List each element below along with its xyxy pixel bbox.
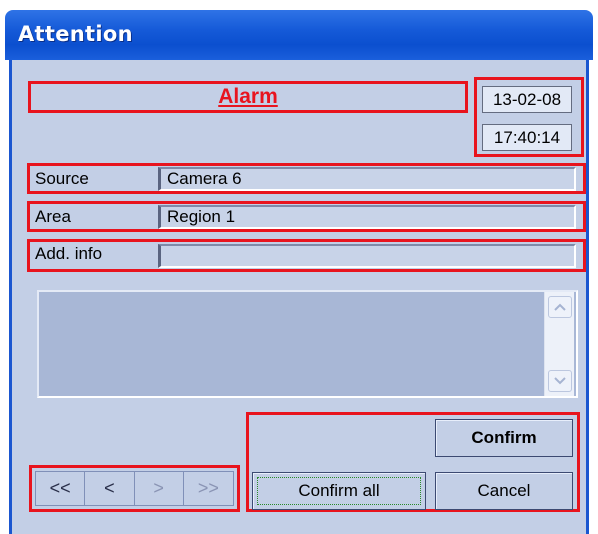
alarm-title: Alarm — [218, 85, 278, 108]
date-display: 13-02-08 — [482, 86, 572, 113]
area-label: Area — [35, 207, 71, 226]
navigation-group: << < > >> — [29, 465, 240, 512]
message-scrollbar[interactable] — [544, 292, 574, 396]
confirm-all-label: Confirm all — [298, 481, 380, 500]
scroll-down-icon[interactable] — [548, 370, 572, 392]
first-record-button[interactable]: << — [36, 472, 86, 505]
alarm-title-box: Alarm — [28, 81, 468, 113]
scroll-up-icon[interactable] — [548, 296, 572, 318]
area-field: Region 1 — [158, 205, 576, 229]
previous-record-button[interactable]: < — [85, 472, 135, 505]
source-field: Camera 6 — [158, 167, 576, 191]
last-record-button[interactable]: >> — [183, 472, 233, 505]
confirm-button[interactable]: Confirm — [435, 419, 573, 457]
source-label: Source — [35, 169, 89, 188]
time-display: 17:40:14 — [482, 124, 572, 151]
add-info-field[interactable] — [158, 244, 576, 268]
window-title: Attention — [18, 22, 133, 46]
next-record-button[interactable]: > — [134, 472, 184, 505]
add-info-label: Add. info — [35, 244, 103, 263]
message-textarea[interactable] — [37, 290, 578, 398]
confirm-all-button[interactable]: Confirm all — [252, 472, 426, 510]
cancel-button[interactable]: Cancel — [435, 472, 573, 510]
